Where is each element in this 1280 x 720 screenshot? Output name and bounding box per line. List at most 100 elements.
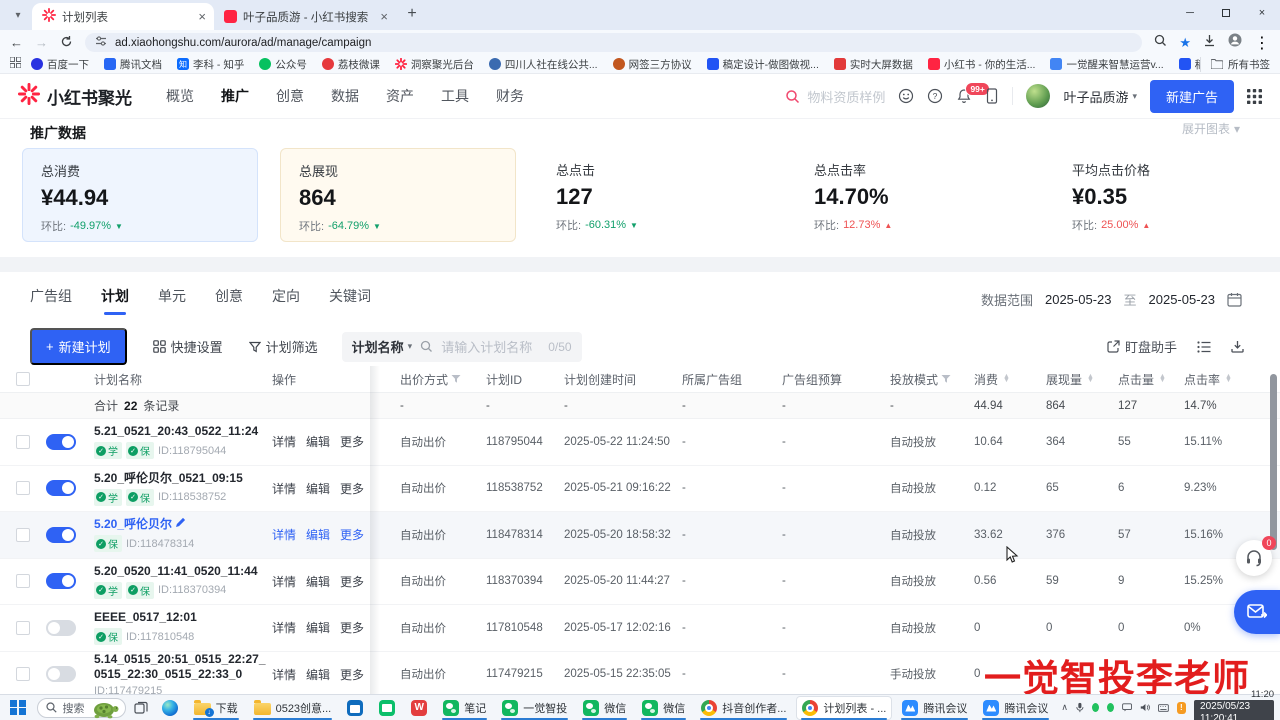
- taskbar-item-抖音创作者...[interactable]: 抖音创作者...: [695, 696, 792, 720]
- action-详情[interactable]: 详情: [272, 480, 296, 497]
- lens-search-icon[interactable]: [1154, 34, 1167, 52]
- account-avatar[interactable]: [1026, 84, 1050, 108]
- site-settings-icon[interactable]: [95, 35, 107, 50]
- feedback-smiley-icon[interactable]: [898, 88, 914, 104]
- stat-card[interactable]: 平均点击价格 ¥0.35 环比: 25.00% ▲: [1054, 148, 1280, 242]
- table-row[interactable]: 5.20_0520_11:41_0520_11:44 ✓学✓保ID:118370…: [0, 559, 1280, 606]
- expand-charts-button[interactable]: 展开图表▾: [1182, 120, 1240, 137]
- bookmark-item[interactable]: 知李科 - 知乎: [177, 57, 244, 72]
- support-headset-button[interactable]: 0: [1236, 540, 1272, 576]
- nav-item-资产[interactable]: 资产: [386, 86, 414, 106]
- status-toggle[interactable]: [46, 620, 76, 636]
- action-编辑[interactable]: 编辑: [306, 619, 330, 636]
- stat-card[interactable]: 总点击率 14.70% 环比: 12.73% ▲: [796, 148, 1032, 242]
- forward-icon[interactable]: →: [35, 36, 48, 49]
- sort-icon[interactable]: ▲▼: [1087, 375, 1094, 383]
- bookmark-item[interactable]: 小红书 - 你的生活...: [928, 57, 1036, 72]
- column-header-10[interactable]: 点击量▲▼: [1118, 371, 1184, 388]
- taskbar-item-下载[interactable]: 下载: [188, 696, 244, 720]
- tab-关键词[interactable]: 关键词: [329, 286, 371, 315]
- watch-assistant-button[interactable]: 盯盘助手: [1107, 337, 1177, 356]
- custom-columns-icon[interactable]: [1197, 341, 1211, 353]
- wechat-tray-icon[interactable]: [1092, 703, 1099, 712]
- wechat-tray-icon[interactable]: [1107, 703, 1114, 712]
- filter-funnel-icon[interactable]: [941, 374, 951, 384]
- status-toggle[interactable]: [46, 666, 76, 682]
- table-row[interactable]: EEEE_0517_12:01 ✓保ID:117810548 详情编辑更多 自动…: [0, 605, 1280, 652]
- sort-icon[interactable]: ▲▼: [1159, 375, 1166, 383]
- column-header-5[interactable]: 所属广告组: [682, 371, 782, 388]
- taskbar-search-box[interactable]: 搜索: [37, 698, 126, 718]
- action-详情[interactable]: 详情: [272, 666, 296, 683]
- column-header-7[interactable]: 投放模式: [890, 371, 974, 388]
- download-icon[interactable]: [1203, 34, 1216, 52]
- start-button-icon[interactable]: [10, 700, 26, 716]
- taskbar-item-腾讯会议[interactable]: 腾讯会议: [896, 696, 973, 720]
- bookmark-item[interactable]: 公众号: [259, 57, 307, 72]
- action-编辑[interactable]: 编辑: [306, 526, 330, 543]
- vertical-scrollbar[interactable]: [1270, 374, 1277, 550]
- column-header-0[interactable]: 计划名称: [94, 371, 272, 388]
- message-fab-button[interactable]: [1234, 590, 1280, 634]
- minimize-button[interactable]: ─: [1172, 0, 1208, 26]
- taskbar-item-腾讯会议[interactable]: 腾讯会议: [977, 696, 1054, 720]
- table-row[interactable]: 5.20_呼伦贝尔 ✓保ID:118478314 详情编辑更多 自动出价 118…: [0, 512, 1280, 559]
- bookmark-item[interactable]: 腾讯文档: [104, 57, 162, 72]
- all-bookmarks-button[interactable]: 所有书签: [1200, 57, 1270, 72]
- column-header-3[interactable]: 计划ID: [486, 371, 564, 388]
- action-编辑[interactable]: 编辑: [306, 433, 330, 450]
- tab-search-icon[interactable]: ▾: [8, 5, 28, 25]
- material-search[interactable]: 物料资质样例: [785, 87, 885, 106]
- status-toggle[interactable]: [46, 527, 76, 543]
- chat-tray-icon[interactable]: [1122, 702, 1132, 713]
- taskbar-item-计划列表 - ...[interactable]: 计划列表 - ...: [796, 696, 892, 720]
- new-ad-button[interactable]: 新建广告: [1150, 80, 1234, 113]
- bookmark-item[interactable]: 百度一下: [31, 57, 89, 72]
- row-checkbox[interactable]: [16, 667, 30, 681]
- tab-计划[interactable]: 计划: [101, 286, 129, 315]
- bookmark-item[interactable]: 网签三方协议: [613, 57, 692, 72]
- alert-tray-icon[interactable]: !: [1177, 702, 1186, 714]
- nav-item-工具[interactable]: 工具: [441, 86, 469, 106]
- close-button[interactable]: ×: [1244, 0, 1280, 26]
- taskbar-item[interactable]: [373, 696, 401, 720]
- taskbar-item-微信[interactable]: 微信: [636, 696, 691, 720]
- apps-grid-icon[interactable]: [1247, 89, 1262, 104]
- filter-funnel-icon[interactable]: [451, 374, 461, 384]
- nav-item-财务[interactable]: 财务: [496, 86, 524, 106]
- taskbar-item-微信[interactable]: 微信: [577, 696, 632, 720]
- search-field-select[interactable]: 计划名称▾: [352, 337, 413, 356]
- stat-card[interactable]: 总消费 ¥44.94 环比: -49.97% ▼: [22, 148, 258, 242]
- notifications-bell-icon[interactable]: 99+: [956, 88, 972, 104]
- row-checkbox[interactable]: [16, 435, 30, 449]
- column-header-2[interactable]: 出价方式: [400, 371, 486, 388]
- date-range-picker[interactable]: 数据范围 2025-05-23 至 2025-05-23: [981, 290, 1242, 309]
- tab-创意[interactable]: 创意: [215, 286, 243, 315]
- taskbar-item[interactable]: [341, 696, 369, 720]
- task-view-icon[interactable]: [133, 700, 149, 716]
- download-report-icon[interactable]: [1231, 340, 1244, 353]
- nav-item-推广[interactable]: 推广: [221, 86, 249, 106]
- input-keyboard-icon[interactable]: [1158, 703, 1169, 713]
- stat-card[interactable]: 总展现 864 环比: -64.79% ▼: [280, 148, 516, 242]
- tray-expand-icon[interactable]: ∧: [1061, 702, 1068, 713]
- taskbar-clock[interactable]: 11:20 2025/05/23 11:20:41: [1194, 690, 1274, 720]
- taskbar-item-笔记[interactable]: 笔记: [437, 696, 492, 720]
- select-all-checkbox[interactable]: [16, 372, 30, 386]
- tab-单元[interactable]: 单元: [158, 286, 186, 315]
- column-header-4[interactable]: 计划创建时间: [564, 371, 682, 388]
- action-详情[interactable]: 详情: [272, 526, 296, 543]
- column-header-8[interactable]: 消费▲▼: [974, 371, 1046, 388]
- url-bar[interactable]: ad.xiaohongshu.com/aurora/ad/manage/camp…: [85, 33, 1142, 52]
- bookmark-item[interactable]: 实时大屏数据: [834, 57, 913, 72]
- bookmark-item[interactable]: 四川人社在线公共...: [489, 57, 598, 72]
- bookmark-item[interactable]: 荔枝微课: [322, 57, 380, 72]
- turtle-image[interactable]: [89, 697, 123, 720]
- table-row[interactable]: 5.20_呼伦贝尔_0521_09:15 ✓学✓保ID:118538752 详情…: [0, 466, 1280, 513]
- browser-tab[interactable]: 叶子品质游 - 小红书搜索 ×: [214, 3, 396, 30]
- maximize-button[interactable]: [1208, 0, 1244, 26]
- action-更多[interactable]: 更多: [340, 480, 364, 497]
- row-checkbox[interactable]: [16, 574, 30, 588]
- sort-icon[interactable]: ▲▼: [1225, 375, 1232, 383]
- tab-close-icon[interactable]: ×: [198, 9, 206, 24]
